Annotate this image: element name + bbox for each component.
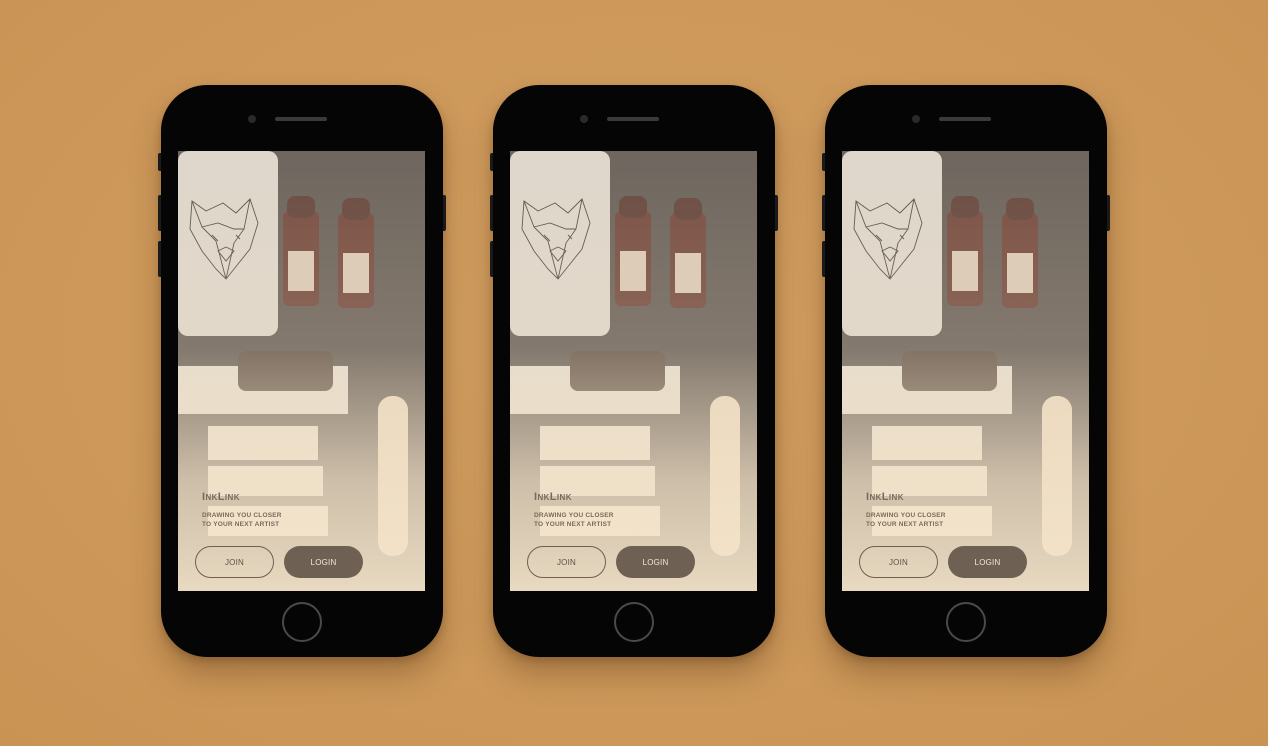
phone-mockup-3: InkLink DRAWING YOU CLOSER TO YOUR NEXT …: [822, 85, 1110, 657]
app-tagline: DRAWING YOU CLOSER TO YOUR NEXT ARTIST: [866, 511, 976, 529]
login-button[interactable]: LOGIN: [284, 546, 363, 578]
mute-switch: [490, 153, 493, 171]
login-button[interactable]: LOGIN: [948, 546, 1027, 578]
tagline-line-2: TO YOUR NEXT ARTIST: [202, 521, 280, 528]
app-screen: InkLink DRAWING YOU CLOSER TO YOUR NEXT …: [510, 151, 757, 591]
app-tagline: DRAWING YOU CLOSER TO YOUR NEXT ARTIST: [534, 511, 644, 529]
tagline-line-1: DRAWING YOU CLOSER: [534, 512, 614, 519]
home-button-icon[interactable]: [946, 602, 986, 642]
volume-down-button: [158, 241, 161, 277]
power-button: [1107, 195, 1110, 231]
app-screen: InkLink DRAWING YOU CLOSER TO YOUR NEXT …: [178, 151, 425, 591]
volume-up-button: [158, 195, 161, 231]
app-tagline: DRAWING YOU CLOSER TO YOUR NEXT ARTIST: [202, 511, 312, 529]
mute-switch: [158, 153, 161, 171]
volume-up-button: [822, 195, 825, 231]
tagline-line-2: TO YOUR NEXT ARTIST: [534, 521, 612, 528]
app-brand-title: InkLink: [534, 491, 572, 503]
front-camera: [248, 115, 256, 123]
mockup-stage: InkLink DRAWING YOU CLOSER TO YOUR NEXT …: [0, 0, 1268, 746]
mute-switch: [822, 153, 825, 171]
home-button-icon[interactable]: [282, 602, 322, 642]
join-button[interactable]: JOIN: [527, 546, 606, 578]
volume-up-button: [490, 195, 493, 231]
tagline-line-2: TO YOUR NEXT ARTIST: [866, 521, 944, 528]
earpiece-speaker: [939, 117, 991, 121]
app-brand-title: InkLink: [202, 491, 240, 503]
app-brand-title: InkLink: [866, 491, 904, 503]
power-button: [775, 195, 778, 231]
join-button[interactable]: JOIN: [859, 546, 938, 578]
power-button: [443, 195, 446, 231]
login-button[interactable]: LOGIN: [616, 546, 695, 578]
home-button-icon[interactable]: [614, 602, 654, 642]
volume-down-button: [822, 241, 825, 277]
tagline-line-1: DRAWING YOU CLOSER: [202, 512, 282, 519]
join-button[interactable]: JOIN: [195, 546, 274, 578]
volume-down-button: [490, 241, 493, 277]
earpiece-speaker: [275, 117, 327, 121]
phone-mockup-2: InkLink DRAWING YOU CLOSER TO YOUR NEXT …: [490, 85, 778, 657]
phone-mockup-1: InkLink DRAWING YOU CLOSER TO YOUR NEXT …: [158, 85, 446, 657]
earpiece-speaker: [607, 117, 659, 121]
app-screen: InkLink DRAWING YOU CLOSER TO YOUR NEXT …: [842, 151, 1089, 591]
front-camera: [580, 115, 588, 123]
front-camera: [912, 115, 920, 123]
tagline-line-1: DRAWING YOU CLOSER: [866, 512, 946, 519]
